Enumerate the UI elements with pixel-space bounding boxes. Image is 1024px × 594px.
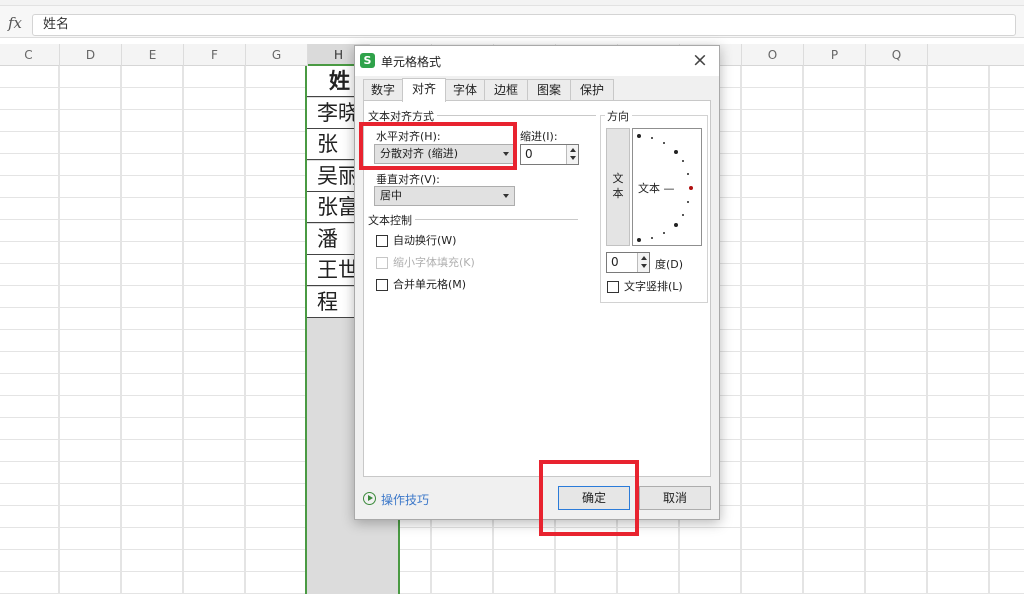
dial-pointer <box>689 186 693 190</box>
wrap-text-label: 自动换行(W) <box>393 234 457 247</box>
checkbox-box[interactable] <box>376 235 388 247</box>
highlight-box-ok-button <box>539 460 639 536</box>
orientation-dial[interactable]: 文本 — <box>632 128 702 246</box>
degree-stepper[interactable]: 0 <box>606 252 650 273</box>
checkbox-box[interactable] <box>376 279 388 291</box>
text-control-group-label: 文本控制 <box>368 212 415 228</box>
column-header-f[interactable]: F <box>184 44 246 66</box>
dial-tick <box>682 214 684 216</box>
tab-0[interactable]: 数字 <box>363 79 403 101</box>
direction-group-label: 方向 <box>605 108 632 124</box>
dialog-title: 单元格格式 <box>381 55 442 69</box>
formula-bar: fx 姓名 <box>0 6 1024 38</box>
merge-cells-label: 合并单元格(M) <box>393 278 467 291</box>
degree-value: 0 <box>611 255 619 269</box>
column-header-p[interactable]: P <box>804 44 866 66</box>
tab-5[interactable]: 保护 <box>570 79 614 101</box>
spin-up-icon <box>570 148 576 152</box>
shrink-to-fit-checkbox: 缩小字体填充(K) <box>376 256 506 270</box>
column-header-d[interactable]: D <box>60 44 122 66</box>
checkbox-box <box>376 257 388 269</box>
dial-tick <box>663 232 665 234</box>
degree-label: 度(D) <box>655 258 684 271</box>
dial-marker <box>637 134 641 138</box>
tab-4[interactable]: 图案 <box>527 79 571 101</box>
format-cells-dialog: S 单元格格式 × 数字 对齐 字体 边框 图案 保护 文本对齐方式 水平对齐(H): 分… <box>354 45 720 520</box>
dial-tick <box>651 237 653 239</box>
dial-marker <box>674 223 678 227</box>
column-header-e[interactable]: E <box>122 44 184 66</box>
dial-marker <box>637 238 641 242</box>
column-header-q[interactable]: Q <box>866 44 928 66</box>
help-text: 操作技巧 <box>381 493 430 507</box>
indent-label: 缩进(I): <box>520 130 558 143</box>
dial-tick <box>682 160 684 162</box>
vertical-text-label: 文本 <box>612 172 624 200</box>
formula-input[interactable]: 姓名 <box>32 14 1016 36</box>
spin-down-icon <box>641 264 647 268</box>
dial-tick <box>687 201 689 203</box>
wps-logo-icon: S <box>360 53 375 68</box>
merge-cells-checkbox[interactable]: 合并单元格(M) <box>376 278 496 292</box>
vertical-text-orientation-button[interactable]: 文本 <box>606 128 630 246</box>
dial-tick <box>663 142 665 144</box>
dial-tick <box>651 137 653 139</box>
shrink-to-fit-label: 缩小字体填充(K) <box>393 256 475 269</box>
vertical-align-label: 垂直对齐(V): <box>376 173 440 186</box>
play-circle-icon <box>363 492 376 505</box>
degree-spin-buttons[interactable] <box>637 253 649 272</box>
vertical-text-checkbox-label: 文字竖排(L) <box>624 280 683 293</box>
vertical-text-checkbox[interactable]: 文字竖排(L) <box>607 280 703 294</box>
dial-marker <box>674 150 678 154</box>
column-header-o[interactable]: O <box>742 44 804 66</box>
indent-spin-buttons[interactable] <box>566 145 578 164</box>
wrap-text-checkbox[interactable]: 自动换行(W) <box>376 234 496 248</box>
checkbox-box[interactable] <box>607 281 619 293</box>
dial-tick <box>687 173 689 175</box>
indent-value: 0 <box>525 147 533 161</box>
spin-down-icon <box>570 156 576 160</box>
highlight-box-horizontal-align <box>359 122 517 170</box>
chevron-down-icon <box>503 194 509 198</box>
vertical-align-value: 居中 <box>380 189 402 202</box>
column-header-c[interactable]: C <box>0 44 60 66</box>
dial-text: 文本 — <box>638 182 675 195</box>
spreadsheet-app: fx 姓名 CDEFGHIJKLMNOPQ 姓李晓张吴丽张富潘王世程 S 单元格… <box>0 0 1024 594</box>
cancel-button[interactable]: 取消 <box>639 486 711 510</box>
fx-icon[interactable]: fx <box>8 14 22 32</box>
dialog-titlebar[interactable]: S 单元格格式 × <box>355 46 719 76</box>
indent-stepper[interactable]: 0 <box>520 144 579 165</box>
spin-up-icon <box>641 256 647 260</box>
column-header-g[interactable]: G <box>246 44 308 66</box>
tab-3[interactable]: 边框 <box>484 79 528 101</box>
close-icon[interactable]: × <box>689 49 711 71</box>
tab-1[interactable]: 对齐 <box>402 78 446 102</box>
vertical-align-select[interactable]: 居中 <box>374 186 515 206</box>
tab-2[interactable]: 字体 <box>445 79 485 101</box>
